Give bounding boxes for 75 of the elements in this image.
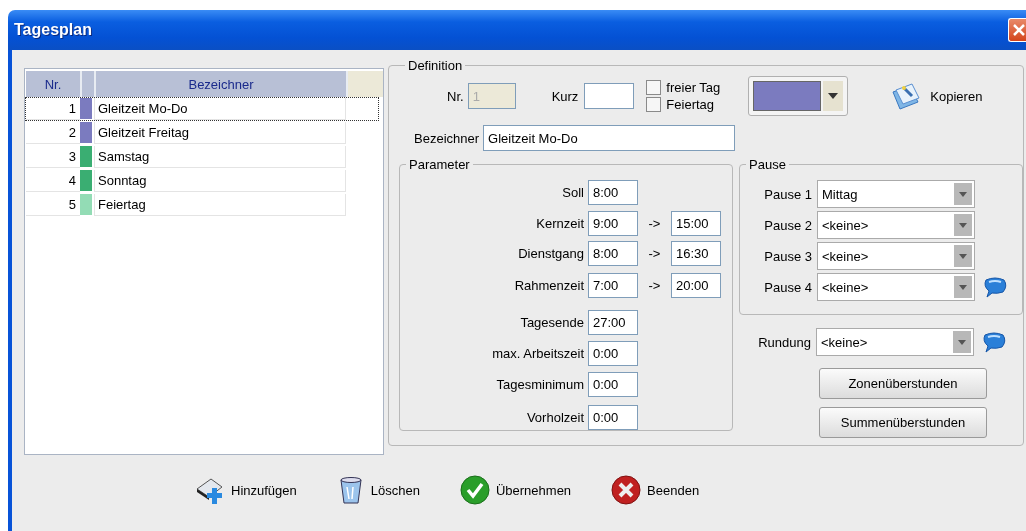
- apply-button[interactable]: Übernehmen: [459, 475, 572, 505]
- input-field[interactable]: [584, 83, 635, 109]
- time-field[interactable]: 20:00: [671, 273, 721, 298]
- dropdown-button[interactable]: [823, 81, 844, 111]
- field-label: Pause 2: [763, 217, 812, 233]
- close-icon: [611, 475, 642, 505]
- checkbox-label: Feiertag: [666, 97, 715, 112]
- group-title: Pause: [748, 157, 787, 172]
- time-field[interactable]: 8:00: [588, 241, 638, 266]
- field-label: Kurz: [551, 88, 579, 104]
- time-field[interactable]: 0:00: [588, 341, 638, 366]
- arrow-label: ->: [647, 245, 662, 262]
- caret-icon: [954, 214, 972, 236]
- field-label: Dienstgang: [517, 245, 585, 262]
- dropdown[interactable]: <keine>: [817, 242, 975, 270]
- field-label: Rundung: [757, 334, 811, 350]
- column-header[interactable]: Bezeichner: [96, 71, 348, 97]
- table-cell: Gleitzeit Freitag: [94, 122, 346, 144]
- caret-icon: [953, 331, 971, 353]
- field-label: Bezeichner: [414, 130, 480, 146]
- dropdown[interactable]: <keine>: [817, 273, 975, 301]
- close-button[interactable]: [1008, 18, 1026, 42]
- group-title: Parameter: [408, 157, 471, 172]
- caret-icon: [954, 245, 972, 267]
- field-label: Pause 4: [763, 279, 812, 295]
- time-field[interactable]: 7:00: [588, 273, 638, 298]
- caret-icon: [954, 183, 972, 205]
- delete-button[interactable]: Löschen: [336, 475, 420, 505]
- caret-icon: [954, 276, 972, 298]
- dropdown[interactable]: Mittag: [817, 180, 975, 208]
- field-label: Pause 1: [763, 186, 812, 202]
- list-row[interactable]: 2 Gleitzeit Freitag: [25, 121, 379, 145]
- color-picker[interactable]: [748, 76, 849, 116]
- table-cell: Gleitzeit Mo-Do: [94, 98, 346, 120]
- arrow-label: ->: [647, 277, 662, 294]
- field-label: Rahmenzeit: [513, 277, 585, 294]
- push-button[interactable]: Zonenüberstunden: [819, 368, 987, 399]
- list-row[interactable]: 3 Samstag: [25, 145, 379, 169]
- close-button[interactable]: Beenden: [611, 475, 700, 505]
- field-label: Tagesminimum: [495, 376, 585, 393]
- table-cell: Samstag: [94, 146, 346, 168]
- table-cell: Sonntag: [94, 170, 346, 192]
- add-button[interactable]: Hinzufügen: [195, 475, 297, 505]
- field-label: max. Arbeitszeit: [491, 345, 585, 362]
- checkmark-icon: [459, 475, 490, 505]
- checkbox[interactable]: [646, 80, 662, 95]
- field-label: Tagesende: [519, 314, 585, 331]
- time-field[interactable]: 0:00: [588, 372, 638, 397]
- group-title: Definition: [407, 58, 464, 73]
- checkbox[interactable]: [646, 97, 662, 112]
- field-label: Vorholzeit: [525, 409, 585, 426]
- arrow-label: ->: [647, 215, 662, 232]
- table-cell: Feiertag: [94, 194, 346, 216]
- dropdown[interactable]: <keine>: [817, 211, 975, 239]
- window-title: Tagesplan: [14, 21, 92, 39]
- time-field[interactable]: 8:00: [588, 180, 638, 205]
- list-row[interactable]: 5 Feiertag: [25, 193, 379, 217]
- time-field[interactable]: 16:30: [671, 241, 721, 266]
- dropdown[interactable]: <keine>: [816, 328, 974, 356]
- list-row[interactable]: 1 Gleitzeit Mo-Do: [25, 97, 379, 121]
- input-field[interactable]: Gleitzeit Mo-Do: [483, 125, 736, 151]
- caret-icon: [827, 92, 840, 100]
- time-field[interactable]: 15:00: [671, 211, 721, 236]
- field-label: Nr.: [447, 88, 464, 104]
- time-field[interactable]: 27:00: [588, 310, 638, 335]
- push-button[interactable]: Summenüberstunden: [819, 407, 987, 438]
- time-field[interactable]: 0:00: [588, 405, 638, 430]
- copy-button[interactable]: Kopieren: [890, 82, 983, 110]
- field-label: Soll: [561, 184, 585, 201]
- checkbox-label: freier Tag: [666, 80, 721, 95]
- list-row[interactable]: 4 Sonntag: [25, 169, 379, 193]
- column-header[interactable]: Nr.: [26, 71, 82, 97]
- field-label: Pause 3: [763, 248, 812, 264]
- field-label: Kernzeit: [535, 215, 585, 232]
- time-field[interactable]: 9:00: [588, 211, 638, 236]
